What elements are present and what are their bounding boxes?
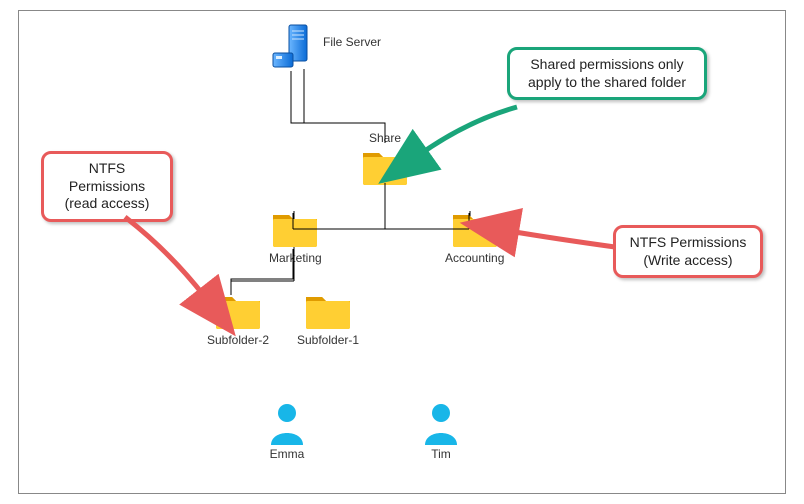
server-icon <box>269 23 313 73</box>
arrow-ntfs-write <box>497 221 627 261</box>
emma-label: Emma <box>267 447 307 461</box>
subfolder2-node: Subfolder-2 <box>207 291 269 347</box>
accounting-label: Accounting <box>445 251 504 265</box>
user-icon <box>267 401 307 445</box>
folder-icon <box>271 209 319 249</box>
diagram-frame: File Server Share Marketing Accounting <box>18 10 786 494</box>
folder-icon <box>304 291 352 331</box>
callout-shared-permissions: Shared permissions only apply to the sha… <box>507 47 707 100</box>
subfolder2-label: Subfolder-2 <box>207 333 269 347</box>
arrow-shared-to-share <box>407 101 527 171</box>
tim-node: Tim <box>421 401 461 461</box>
folder-icon <box>214 291 262 331</box>
user-icon <box>421 401 461 445</box>
callout-ntfs-read: NTFS Permissions (read access) <box>41 151 173 222</box>
callout-text: NTFS Permissions (Write access) <box>630 234 747 268</box>
file-server-label: File Server <box>323 35 381 49</box>
callout-ntfs-write: NTFS Permissions (Write access) <box>613 225 763 278</box>
subfolder1-label: Subfolder-1 <box>297 333 359 347</box>
callout-text: Shared permissions only apply to the sha… <box>528 56 686 90</box>
file-server-node <box>269 23 313 73</box>
marketing-label: Marketing <box>269 251 322 265</box>
marketing-node: Marketing <box>269 209 322 265</box>
emma-node: Emma <box>267 401 307 461</box>
folder-icon <box>361 147 409 187</box>
folder-icon <box>451 209 499 249</box>
tim-label: Tim <box>421 447 461 461</box>
share-label: Share <box>361 131 409 145</box>
callout-text: NTFS Permissions (read access) <box>65 160 150 211</box>
share-node: Share <box>361 129 409 187</box>
accounting-node: Accounting <box>445 209 504 265</box>
subfolder1-node: Subfolder-1 <box>297 291 359 347</box>
